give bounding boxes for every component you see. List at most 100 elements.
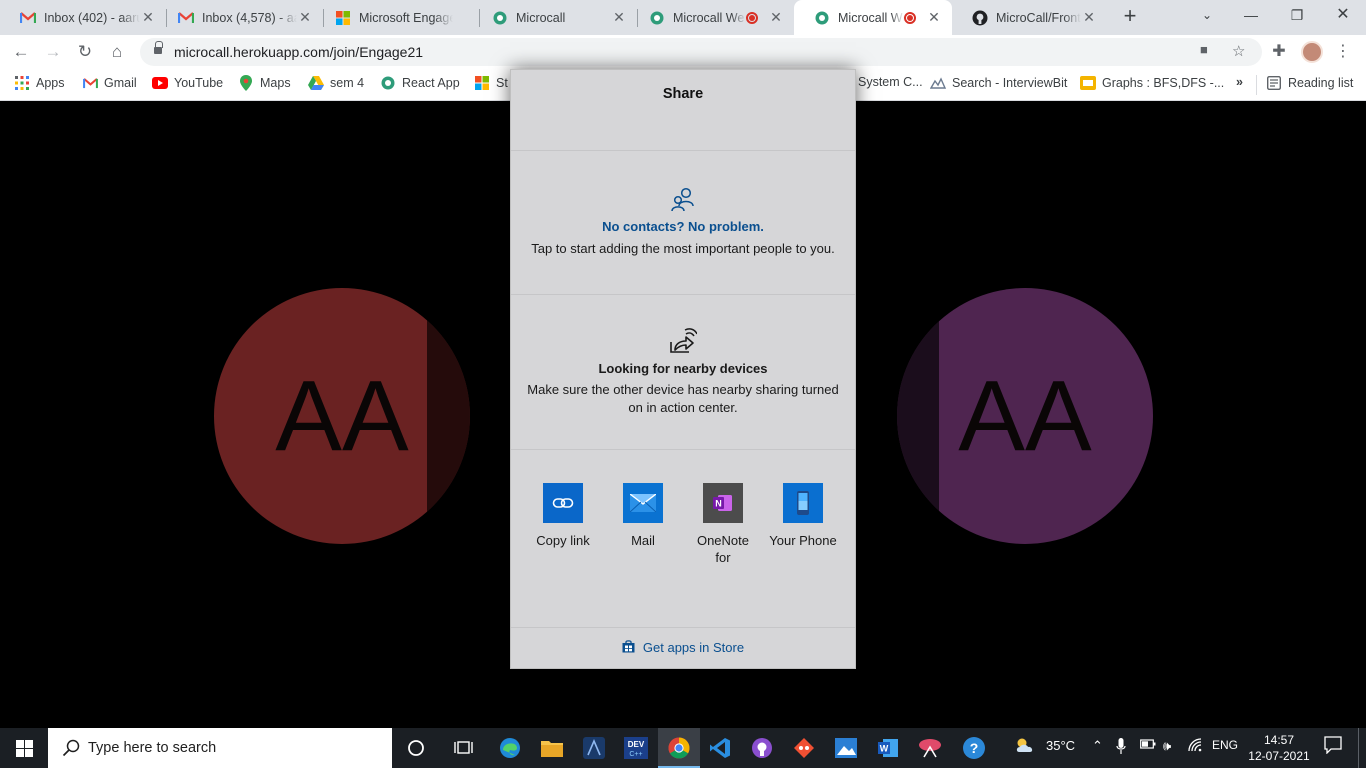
tab-microsoft-engage[interactable]: Microsoft Engage [315, 0, 479, 35]
file-explorer-icon[interactable] [540, 736, 564, 760]
address-bar[interactable]: microcall.herokuapp.com/join/Engage21 ■ … [140, 38, 1262, 66]
profile-avatar[interactable] [1301, 41, 1323, 63]
minimize-button[interactable]: — [1228, 0, 1274, 32]
tab-microcall[interactable]: Microcall ✕ [472, 0, 637, 35]
close-window-button[interactable]: ✕ [1320, 0, 1366, 32]
edge-icon[interactable] [498, 736, 522, 760]
contacts-section[interactable]: No contacts? No problem. Tap to start ad… [511, 186, 855, 258]
home-icon[interactable]: ⌂ [104, 39, 130, 65]
task-view-icon[interactable] [452, 736, 476, 760]
volume-icon[interactable]: 🕪 [1163, 738, 1171, 754]
github-icon [972, 10, 988, 26]
bookmark-star-icon[interactable]: ☆ [1232, 42, 1245, 60]
snipping-tool-icon[interactable] [918, 736, 942, 760]
bookmark-label: YouTube [174, 76, 224, 90]
bookmark-react-app[interactable]: React App [380, 75, 460, 91]
reload-icon[interactable]: ↻ [72, 39, 98, 65]
bookmark-label: Maps [260, 76, 291, 90]
copy-link-icon [543, 483, 583, 523]
drive-icon [308, 75, 324, 91]
get-apps-in-store-link[interactable]: Get apps in Store [511, 640, 855, 655]
gmail-icon [178, 10, 194, 26]
bookmark-interviewbit[interactable]: Search - InterviewBit [930, 75, 1067, 91]
close-icon[interactable]: ✕ [140, 9, 156, 26]
url-text[interactable]: microcall.herokuapp.com/join/Engage21 [174, 44, 423, 60]
nearby-share-icon [670, 328, 697, 353]
chrome-icon[interactable] [667, 736, 691, 760]
wifi-icon[interactable] [1188, 738, 1204, 755]
weather-temperature[interactable]: 35°C [1046, 738, 1075, 753]
windows-start-icon[interactable] [12, 736, 36, 760]
microcall-icon [649, 10, 665, 26]
menu-kebab-icon[interactable]: ⋮ [1330, 39, 1356, 65]
close-icon[interactable]: ✕ [297, 9, 313, 26]
close-icon[interactable]: ✕ [1081, 9, 1097, 26]
tab-microcall-recording[interactable]: Microcall We ✕ [629, 0, 794, 35]
bookmark-graphs[interactable]: Graphs : BFS,DFS -... [1080, 75, 1224, 91]
bookmark-system[interactable]: System C... [858, 75, 923, 89]
search-placeholder: Type here to search [88, 740, 217, 756]
store-icon [622, 640, 635, 653]
tab-microcall-active[interactable]: Microcall We ✕ [794, 0, 952, 35]
extensions-icon[interactable]: ✚ [1266, 39, 1292, 65]
tab-inbox-1[interactable]: Inbox (402) - aaru ✕ [0, 0, 166, 35]
divider [511, 627, 855, 628]
show-desktop-button[interactable] [1358, 728, 1359, 768]
windows-taskbar: Type here to search DEV C++ W ? 35°C ⌃ 🕪 … [0, 728, 1366, 768]
microphone-icon[interactable] [1116, 738, 1126, 757]
reading-list-button[interactable]: Reading list [1266, 75, 1353, 91]
bookmark-st[interactable]: St [474, 75, 508, 91]
back-arrow-icon[interactable]: ← [8, 39, 34, 65]
weather-icon[interactable] [1014, 736, 1036, 757]
close-icon[interactable]: ✕ [611, 9, 627, 26]
share-app-copy-link[interactable]: Copy link [523, 483, 603, 568]
notifications-icon[interactable] [1324, 736, 1342, 757]
svg-text:C++: C++ [629, 751, 642, 758]
forward-arrow-icon[interactable]: → [40, 39, 66, 65]
tab-inbox-2[interactable]: Inbox (4,578) - aa ✕ [158, 0, 323, 35]
bookmark-label: Apps [36, 76, 65, 90]
bookmark-label: Gmail [104, 76, 137, 90]
tab-search-icon[interactable]: ⌄ [1184, 0, 1230, 32]
share-app-onenote[interactable]: N OneNote for Windows [683, 483, 763, 568]
bookmark-youtube[interactable]: YouTube [152, 75, 223, 91]
svg-text:DEV: DEV [628, 740, 645, 749]
more-bookmarks-label: » [1236, 75, 1243, 89]
tab-github[interactable]: MicroCall/Fronte ✕ [952, 0, 1107, 35]
word-icon[interactable]: W [876, 736, 900, 760]
nearby-section: Looking for nearby devices Make sure the… [511, 328, 855, 417]
tab-title: Inbox (402) - aaru [44, 10, 140, 25]
taskbar-clock[interactable]: 14:57 12-07-2021 [1248, 732, 1310, 764]
language-indicator[interactable]: ENG [1212, 738, 1238, 752]
bookmark-apps[interactable]: Apps [14, 75, 65, 91]
bookmark-gmail[interactable]: Gmail [82, 75, 137, 91]
close-icon[interactable]: ✕ [926, 9, 942, 26]
cortana-icon[interactable] [404, 736, 428, 760]
bookmark-label: Search - InterviewBit [952, 76, 1068, 90]
more-bookmarks-button[interactable]: » [1236, 75, 1243, 89]
share-app-your-phone[interactable]: Your Phone [763, 483, 843, 568]
camera-icon[interactable]: ■ [1200, 42, 1208, 57]
share-app-mail[interactable]: Mail [603, 483, 683, 568]
bookmark-sem4[interactable]: sem 4 [308, 75, 364, 91]
share-apps: Copy link Mail N OneNote for Windows You… [529, 483, 849, 573]
github-desktop-icon[interactable] [750, 736, 774, 760]
vscode-icon[interactable] [708, 736, 732, 760]
dev-cpp-icon[interactable]: DEV C++ [624, 736, 648, 760]
help-icon[interactable]: ? [962, 736, 986, 760]
photos-icon[interactable] [834, 736, 858, 760]
contacts-title[interactable]: No contacts? No problem. [511, 218, 855, 236]
svg-text:?: ? [970, 740, 979, 756]
reading-list-icon [1266, 75, 1282, 91]
battery-icon[interactable] [1140, 738, 1156, 753]
restore-button[interactable]: ❐ [1274, 0, 1320, 32]
taskbar-search-box[interactable]: Type here to search [48, 728, 392, 768]
android-studio-icon[interactable] [582, 736, 606, 760]
git-icon[interactable] [792, 736, 816, 760]
new-tab-button[interactable]: + [1118, 4, 1142, 28]
show-hidden-icons-chevron-icon[interactable]: ⌃ [1092, 738, 1103, 754]
contacts-body: Tap to start adding the most important p… [531, 241, 835, 256]
bookmark-maps[interactable]: Maps [238, 75, 291, 91]
store-link-label: Get apps in Store [642, 640, 745, 655]
close-icon[interactable]: ✕ [768, 9, 784, 26]
